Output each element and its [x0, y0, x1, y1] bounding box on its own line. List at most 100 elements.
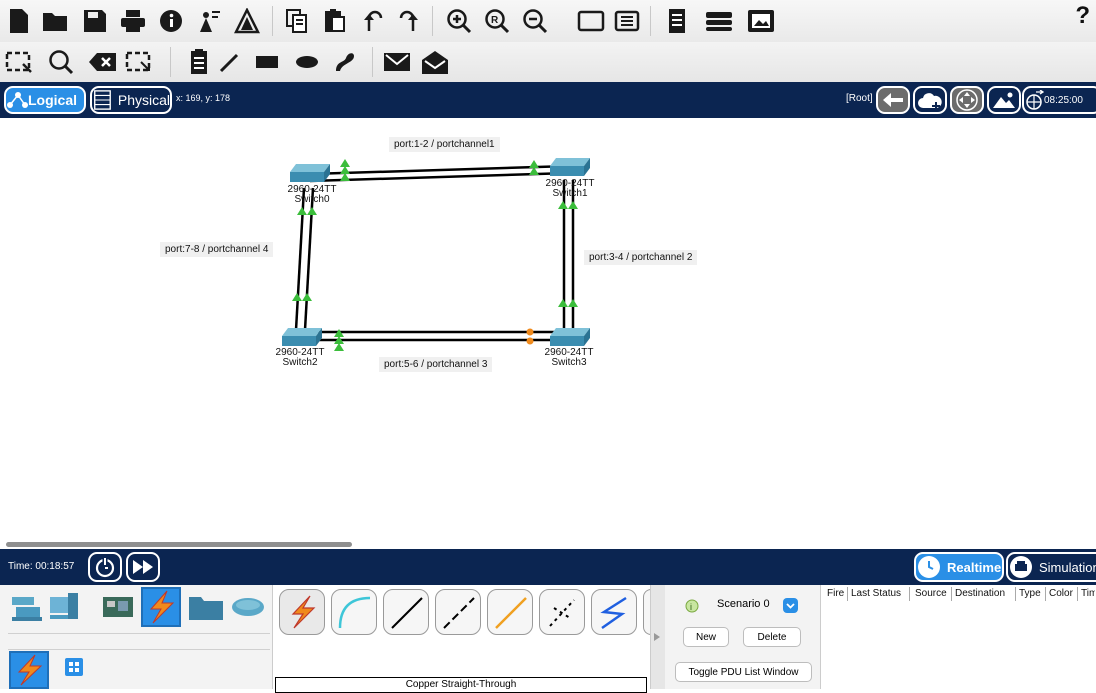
draw-ellipse-icon[interactable]	[292, 47, 322, 77]
fiber-cable-icon[interactable]	[487, 589, 533, 635]
scenario-dropdown-button[interactable]	[783, 598, 798, 613]
undo-icon[interactable]	[358, 6, 388, 36]
link-light-up	[568, 201, 578, 209]
new-file-icon[interactable]	[4, 6, 34, 36]
info-icon[interactable]	[156, 6, 186, 36]
power-cycle-devices-button[interactable]	[88, 552, 122, 582]
serial-dce-cable-icon[interactable]	[591, 589, 637, 635]
toggle-pdu-list-button[interactable]: Toggle PDU List Window	[675, 662, 812, 682]
drawing-palette-icon[interactable]	[576, 6, 606, 36]
inspect-icon[interactable]	[46, 47, 76, 77]
note-icon[interactable]	[184, 47, 214, 77]
activity-wizard-icon[interactable]	[194, 6, 224, 36]
print-icon[interactable]	[118, 6, 148, 36]
move-object-icon[interactable]	[950, 86, 984, 114]
scenario-select[interactable]: Scenario 0	[717, 598, 770, 610]
select-icon[interactable]	[4, 47, 34, 77]
console-cable-icon[interactable]	[331, 589, 377, 635]
automatic-grid-icon[interactable]	[64, 657, 84, 677]
switch-icon[interactable]	[282, 328, 322, 346]
end-devices-icon[interactable]	[48, 589, 84, 625]
zoom-reset-icon[interactable]: R	[482, 6, 512, 36]
connections-subtype-icon[interactable]	[9, 651, 49, 689]
scenario-info-icon: i	[685, 599, 699, 613]
switch-icon[interactable]	[550, 158, 590, 176]
zoom-out-icon[interactable]	[520, 6, 550, 36]
column-header[interactable]: Color	[1049, 588, 1073, 599]
connections-icon[interactable]	[141, 587, 181, 627]
switch-icon[interactable]	[550, 328, 590, 346]
realtime-mode-button[interactable]: Realtime	[914, 552, 1004, 582]
copper-cross-over-icon[interactable]	[435, 589, 481, 635]
draw-freeform-icon[interactable]	[330, 47, 360, 77]
save-icon[interactable]	[80, 6, 110, 36]
globe-icon	[1026, 90, 1044, 110]
clock-text: 08:25:00	[1044, 94, 1083, 106]
column-header[interactable]: Destination	[955, 588, 1005, 599]
set-background-icon[interactable]	[987, 86, 1021, 114]
panel-collapse-handle[interactable]	[651, 585, 665, 689]
back-icon[interactable]	[876, 86, 910, 114]
switch-icon[interactable]	[290, 164, 330, 182]
notes-icon[interactable]	[662, 6, 692, 36]
miscellaneous-icon[interactable]	[188, 593, 224, 621]
multiuser-icon[interactable]	[230, 593, 266, 621]
screenshot-icon[interactable]	[746, 6, 776, 36]
link-light-up	[297, 207, 307, 215]
new-cluster-icon[interactable]	[913, 86, 947, 114]
scenario-panel: i Scenario 0 New Delete Toggle PDU List …	[650, 585, 821, 689]
resize-shape-icon[interactable]	[124, 47, 154, 77]
network-devices-icon[interactable]	[10, 589, 46, 625]
device-name: Switch2	[282, 357, 318, 368]
draw-line-icon[interactable]	[214, 47, 244, 77]
column-header[interactable]: Time	[1081, 588, 1095, 599]
svg-text:R: R	[491, 15, 499, 26]
phone-cable-icon[interactable]	[539, 589, 585, 635]
fast-forward-icon	[133, 560, 153, 574]
time-bar: Time: 00:18:57 Realtime Simulation	[0, 549, 1096, 585]
link-switch0-switch2[interactable]	[294, 187, 315, 331]
device-label-switch2: 2960-24TT Switch2	[270, 348, 330, 368]
add-simple-pdu-icon[interactable]	[382, 47, 412, 77]
note-portchannel4[interactable]: port:7-8 / portchannel 4	[160, 242, 274, 257]
delete-scenario-button[interactable]: Delete	[743, 627, 801, 647]
custom-device-dialog-icon[interactable]	[612, 6, 642, 36]
paste-icon[interactable]	[320, 6, 350, 36]
fast-forward-button[interactable]	[126, 552, 160, 582]
note-portchannel2[interactable]: port:3-4 / portchannel 2	[584, 250, 698, 265]
simulation-mode-button[interactable]: Simulation	[1006, 552, 1096, 582]
open-folder-icon[interactable]	[40, 6, 70, 36]
link-switch1-switch3[interactable]	[562, 180, 575, 330]
main-toolbar: R ?	[0, 0, 1096, 42]
note-portchannel1[interactable]: port:1-2 / portchannel1	[389, 137, 500, 152]
device-list-icon[interactable]	[704, 6, 734, 36]
device-name: Switch1	[552, 188, 588, 199]
components-icon[interactable]	[102, 593, 134, 621]
zoom-in-icon[interactable]	[444, 6, 474, 36]
column-header[interactable]: Type	[1019, 588, 1041, 599]
viewport-clock[interactable]: 08:25:00	[1022, 86, 1096, 114]
logical-tab[interactable]: Logical	[4, 86, 86, 114]
network-info-icon[interactable]	[232, 6, 262, 36]
redo-icon[interactable]	[394, 6, 424, 36]
physical-tab[interactable]: Physical	[90, 86, 172, 114]
note-portchannel3[interactable]: port:5-6 / portchannel 3	[379, 357, 493, 372]
new-scenario-button[interactable]: New	[683, 627, 729, 647]
copy-icon[interactable]	[282, 6, 312, 36]
draw-rectangle-icon[interactable]	[252, 47, 282, 77]
panel-divider	[8, 633, 270, 634]
automatic-connection-icon[interactable]	[279, 589, 325, 635]
link-light-up	[334, 343, 344, 351]
copper-straight-through-icon[interactable]	[383, 589, 429, 635]
logical-workspace[interactable]: 2960-24TT Switch0 2960-24TT Switch1 2960…	[0, 118, 1096, 548]
chevron-down-icon	[786, 603, 795, 609]
tools-toolbar	[0, 42, 1096, 83]
add-complex-pdu-icon[interactable]	[420, 47, 450, 77]
horizontal-scrollbar[interactable]	[6, 542, 352, 547]
help-icon[interactable]: ?	[1075, 2, 1090, 30]
column-header[interactable]: Fire	[827, 588, 844, 599]
delete-icon[interactable]	[88, 47, 118, 77]
column-header[interactable]: Source	[915, 588, 947, 599]
logical-tab-label: Logical	[28, 92, 78, 108]
column-header[interactable]: Last Status	[851, 588, 901, 599]
